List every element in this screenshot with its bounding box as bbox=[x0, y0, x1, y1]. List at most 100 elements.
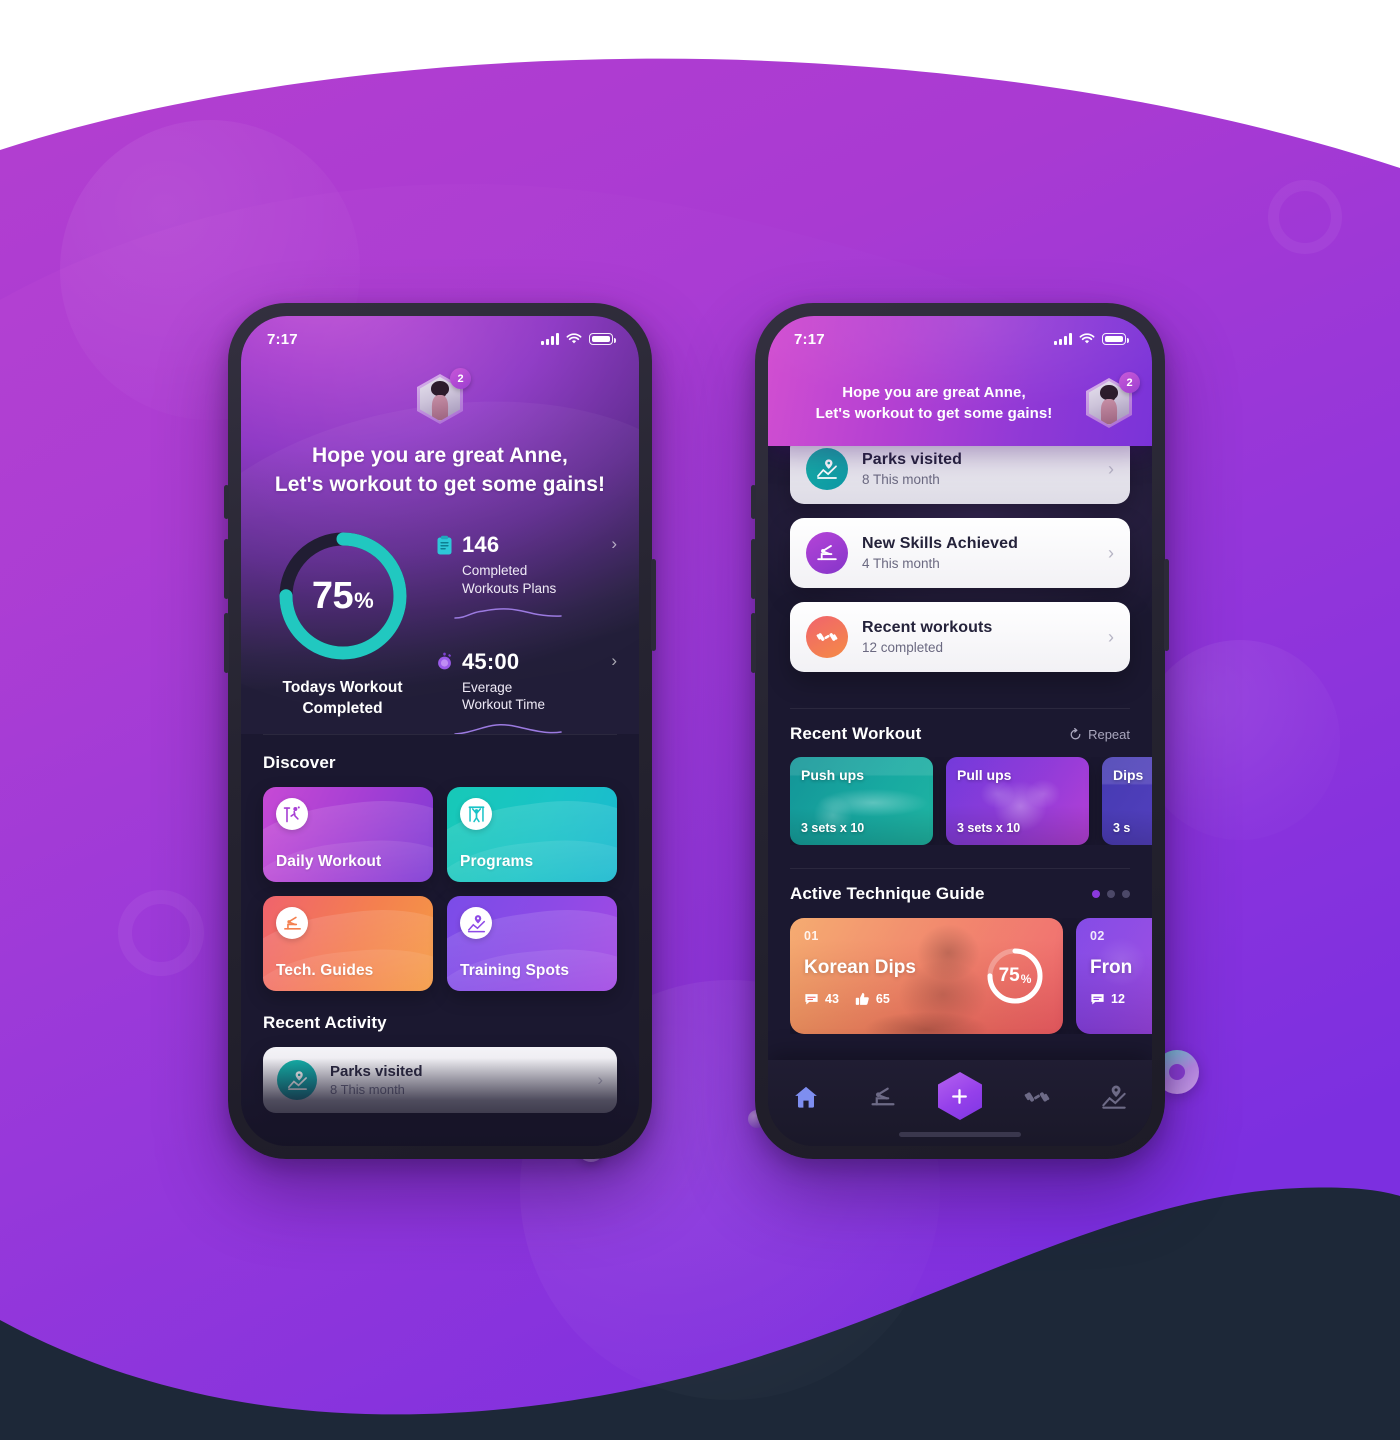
decorative-ring bbox=[118, 890, 204, 976]
guide-comments: 12 bbox=[1090, 992, 1125, 1006]
sticky-header: 7:17 Hope you are great Anne, Let's work… bbox=[768, 316, 1152, 446]
chevron-right-icon[interactable]: › bbox=[611, 652, 617, 669]
discover-tile-label: Daily Workout bbox=[276, 853, 382, 870]
chevron-right-icon[interactable]: › bbox=[1108, 459, 1114, 480]
tab-workouts[interactable] bbox=[1015, 1077, 1059, 1117]
phone-mute-button[interactable] bbox=[224, 485, 229, 519]
progress-donut-chart: 75 % bbox=[273, 526, 413, 666]
progress-caption-line-1: Todays Workout bbox=[282, 679, 403, 696]
phone-mockup-left: 7:17 2 Hope you are great Anne, Let's wo… bbox=[224, 303, 656, 1159]
workout-card[interactable]: Pull ups 3 sets x 10 bbox=[946, 757, 1089, 845]
avatar-photo bbox=[1089, 381, 1129, 425]
pagination-dot[interactable] bbox=[1122, 890, 1130, 898]
phone-volume-up-button[interactable] bbox=[224, 539, 229, 599]
chevron-right-icon[interactable]: › bbox=[611, 535, 617, 552]
bottom-tab-bar bbox=[768, 1060, 1152, 1146]
home-icon bbox=[795, 1086, 818, 1108]
activity-card-subtitle: 8 This month bbox=[330, 1082, 405, 1097]
recent-workout-carousel[interactable]: Push ups 3 sets x 10 Pull ups 3 sets x 1… bbox=[790, 757, 1152, 845]
progress-value: 75 % bbox=[273, 526, 413, 666]
dumbbell-icon bbox=[1024, 1092, 1050, 1102]
guide-progress-number: 75 bbox=[998, 965, 1020, 986]
activity-card-parks-visited[interactable]: Parks visited 8 This month › bbox=[263, 1047, 617, 1113]
progress-number: 75 bbox=[311, 574, 354, 617]
discover-tile-programs[interactable]: Programs bbox=[447, 787, 617, 882]
pagination-dot[interactable] bbox=[1092, 890, 1100, 898]
header-greeting-line-1: Hope you are great Anne, bbox=[842, 383, 1026, 401]
map-pin-icon bbox=[460, 907, 492, 939]
guide-card-front-lever[interactable]: 02 Fron 12 bbox=[1076, 918, 1152, 1034]
discover-tile-training-spots[interactable]: Training Spots bbox=[447, 896, 617, 991]
progress-unit: % bbox=[354, 587, 374, 613]
metric-sparkline bbox=[454, 607, 562, 619]
plus-icon bbox=[952, 1088, 968, 1104]
battery-full-icon bbox=[1102, 333, 1130, 345]
home-indicator bbox=[899, 1132, 1021, 1137]
summary-card-recent-workouts[interactable]: Recent workouts 12 completed › bbox=[790, 602, 1130, 672]
guide-progress-value: 75 % bbox=[984, 945, 1046, 1007]
discover-section-title: Discover bbox=[263, 753, 336, 772]
workout-card[interactable]: Dips 3 s bbox=[1102, 757, 1152, 845]
guide-card-korean-dips[interactable]: 01 Korean Dips 43 65 75 % bbox=[790, 918, 1063, 1034]
phone-power-button[interactable] bbox=[1164, 559, 1169, 651]
tab-home[interactable] bbox=[784, 1077, 828, 1117]
user-avatar[interactable] bbox=[1086, 378, 1132, 428]
chevron-right-icon[interactable]: › bbox=[597, 1070, 603, 1090]
recent-workout-section: Recent Workout Repeat Push ups 3 sets x … bbox=[790, 708, 1152, 845]
phone-volume-down-button[interactable] bbox=[751, 613, 756, 673]
metric-average-time[interactable]: 45:00 › Everage Workout Time bbox=[436, 649, 619, 734]
phone-volume-up-button[interactable] bbox=[751, 539, 756, 599]
chevron-right-icon[interactable]: › bbox=[1108, 627, 1114, 648]
summary-cards: Parks visited 8 This month › New Skills … bbox=[790, 434, 1130, 686]
avatar[interactable]: 2 bbox=[1086, 372, 1140, 428]
summary-card-new-skills[interactable]: New Skills Achieved 4 This month › bbox=[790, 518, 1130, 588]
metric-completed-plans[interactable]: 146 › Completed Workouts Plans bbox=[436, 532, 619, 623]
map-pin-icon bbox=[277, 1060, 317, 1100]
guide-comments: 43 bbox=[804, 992, 839, 1006]
greeting-text: Hope you are great Anne, Let's workout t… bbox=[241, 442, 639, 500]
header-greeting-line-2: Let's workout to get some gains! bbox=[815, 405, 1053, 422]
phone-mute-button[interactable] bbox=[751, 485, 756, 519]
avatar-notification-badge: 2 bbox=[1119, 372, 1140, 393]
workout-card-title: Push ups bbox=[801, 767, 865, 783]
phone-volume-down-button[interactable] bbox=[224, 613, 229, 673]
todays-workout-progress[interactable]: 75 % Todays Workout Completed bbox=[255, 526, 430, 734]
tab-spots[interactable] bbox=[1092, 1077, 1136, 1117]
summary-card-title: Recent workouts bbox=[862, 619, 993, 636]
guide-likes: 65 bbox=[855, 992, 890, 1006]
pagination-dot[interactable] bbox=[1107, 890, 1115, 898]
recent-activity-section-title: Recent Activity bbox=[263, 1013, 387, 1032]
summary-card-title: New Skills Achieved bbox=[862, 535, 1019, 552]
repeat-icon bbox=[1070, 727, 1081, 739]
chevron-right-icon[interactable]: › bbox=[1108, 543, 1114, 564]
discover-tile-tech-guides[interactable]: Tech. Guides bbox=[263, 896, 433, 991]
gymnast-icon bbox=[806, 532, 848, 574]
tab-guides[interactable] bbox=[861, 1077, 905, 1117]
progress-caption: Todays Workout Completed bbox=[283, 678, 403, 720]
workout-card[interactable]: Push ups 3 sets x 10 bbox=[790, 757, 933, 845]
wifi-icon bbox=[1079, 333, 1095, 344]
avatar[interactable]: 2 bbox=[417, 368, 471, 424]
repeat-button[interactable]: Repeat bbox=[1069, 727, 1130, 742]
phone-power-button[interactable] bbox=[651, 559, 656, 651]
map-pin-icon bbox=[806, 448, 848, 490]
comment-icon bbox=[805, 993, 818, 1005]
guide-comments-count: 43 bbox=[825, 992, 839, 1006]
technique-guide-title: Active Technique Guide bbox=[790, 884, 985, 903]
dumbbell-icon bbox=[806, 616, 848, 658]
metric-label: Everage Workout Time bbox=[462, 679, 619, 715]
greeting-line-2: Let's workout to get some gains! bbox=[274, 472, 606, 496]
status-time: 7:17 bbox=[267, 330, 298, 348]
discover-tile-daily-workout[interactable]: Daily Workout bbox=[263, 787, 433, 882]
status-time: 7:17 bbox=[794, 330, 825, 348]
add-workout-fab[interactable] bbox=[937, 1072, 982, 1120]
carousel-pagination-dots[interactable] bbox=[1092, 890, 1130, 898]
guide-progress-ring: 75 % bbox=[984, 945, 1046, 1007]
map-pin-icon bbox=[1101, 1085, 1126, 1109]
comment-icon bbox=[1091, 993, 1104, 1005]
activity-card-title: Parks visited bbox=[330, 1063, 423, 1080]
clipboard-icon bbox=[437, 535, 452, 554]
technique-guide-carousel[interactable]: 01 Korean Dips 43 65 75 % 02 Fron 12 bbox=[790, 918, 1152, 1034]
discover-tile-label: Training Spots bbox=[460, 962, 570, 979]
summary-card-title: Parks visited bbox=[862, 451, 963, 468]
